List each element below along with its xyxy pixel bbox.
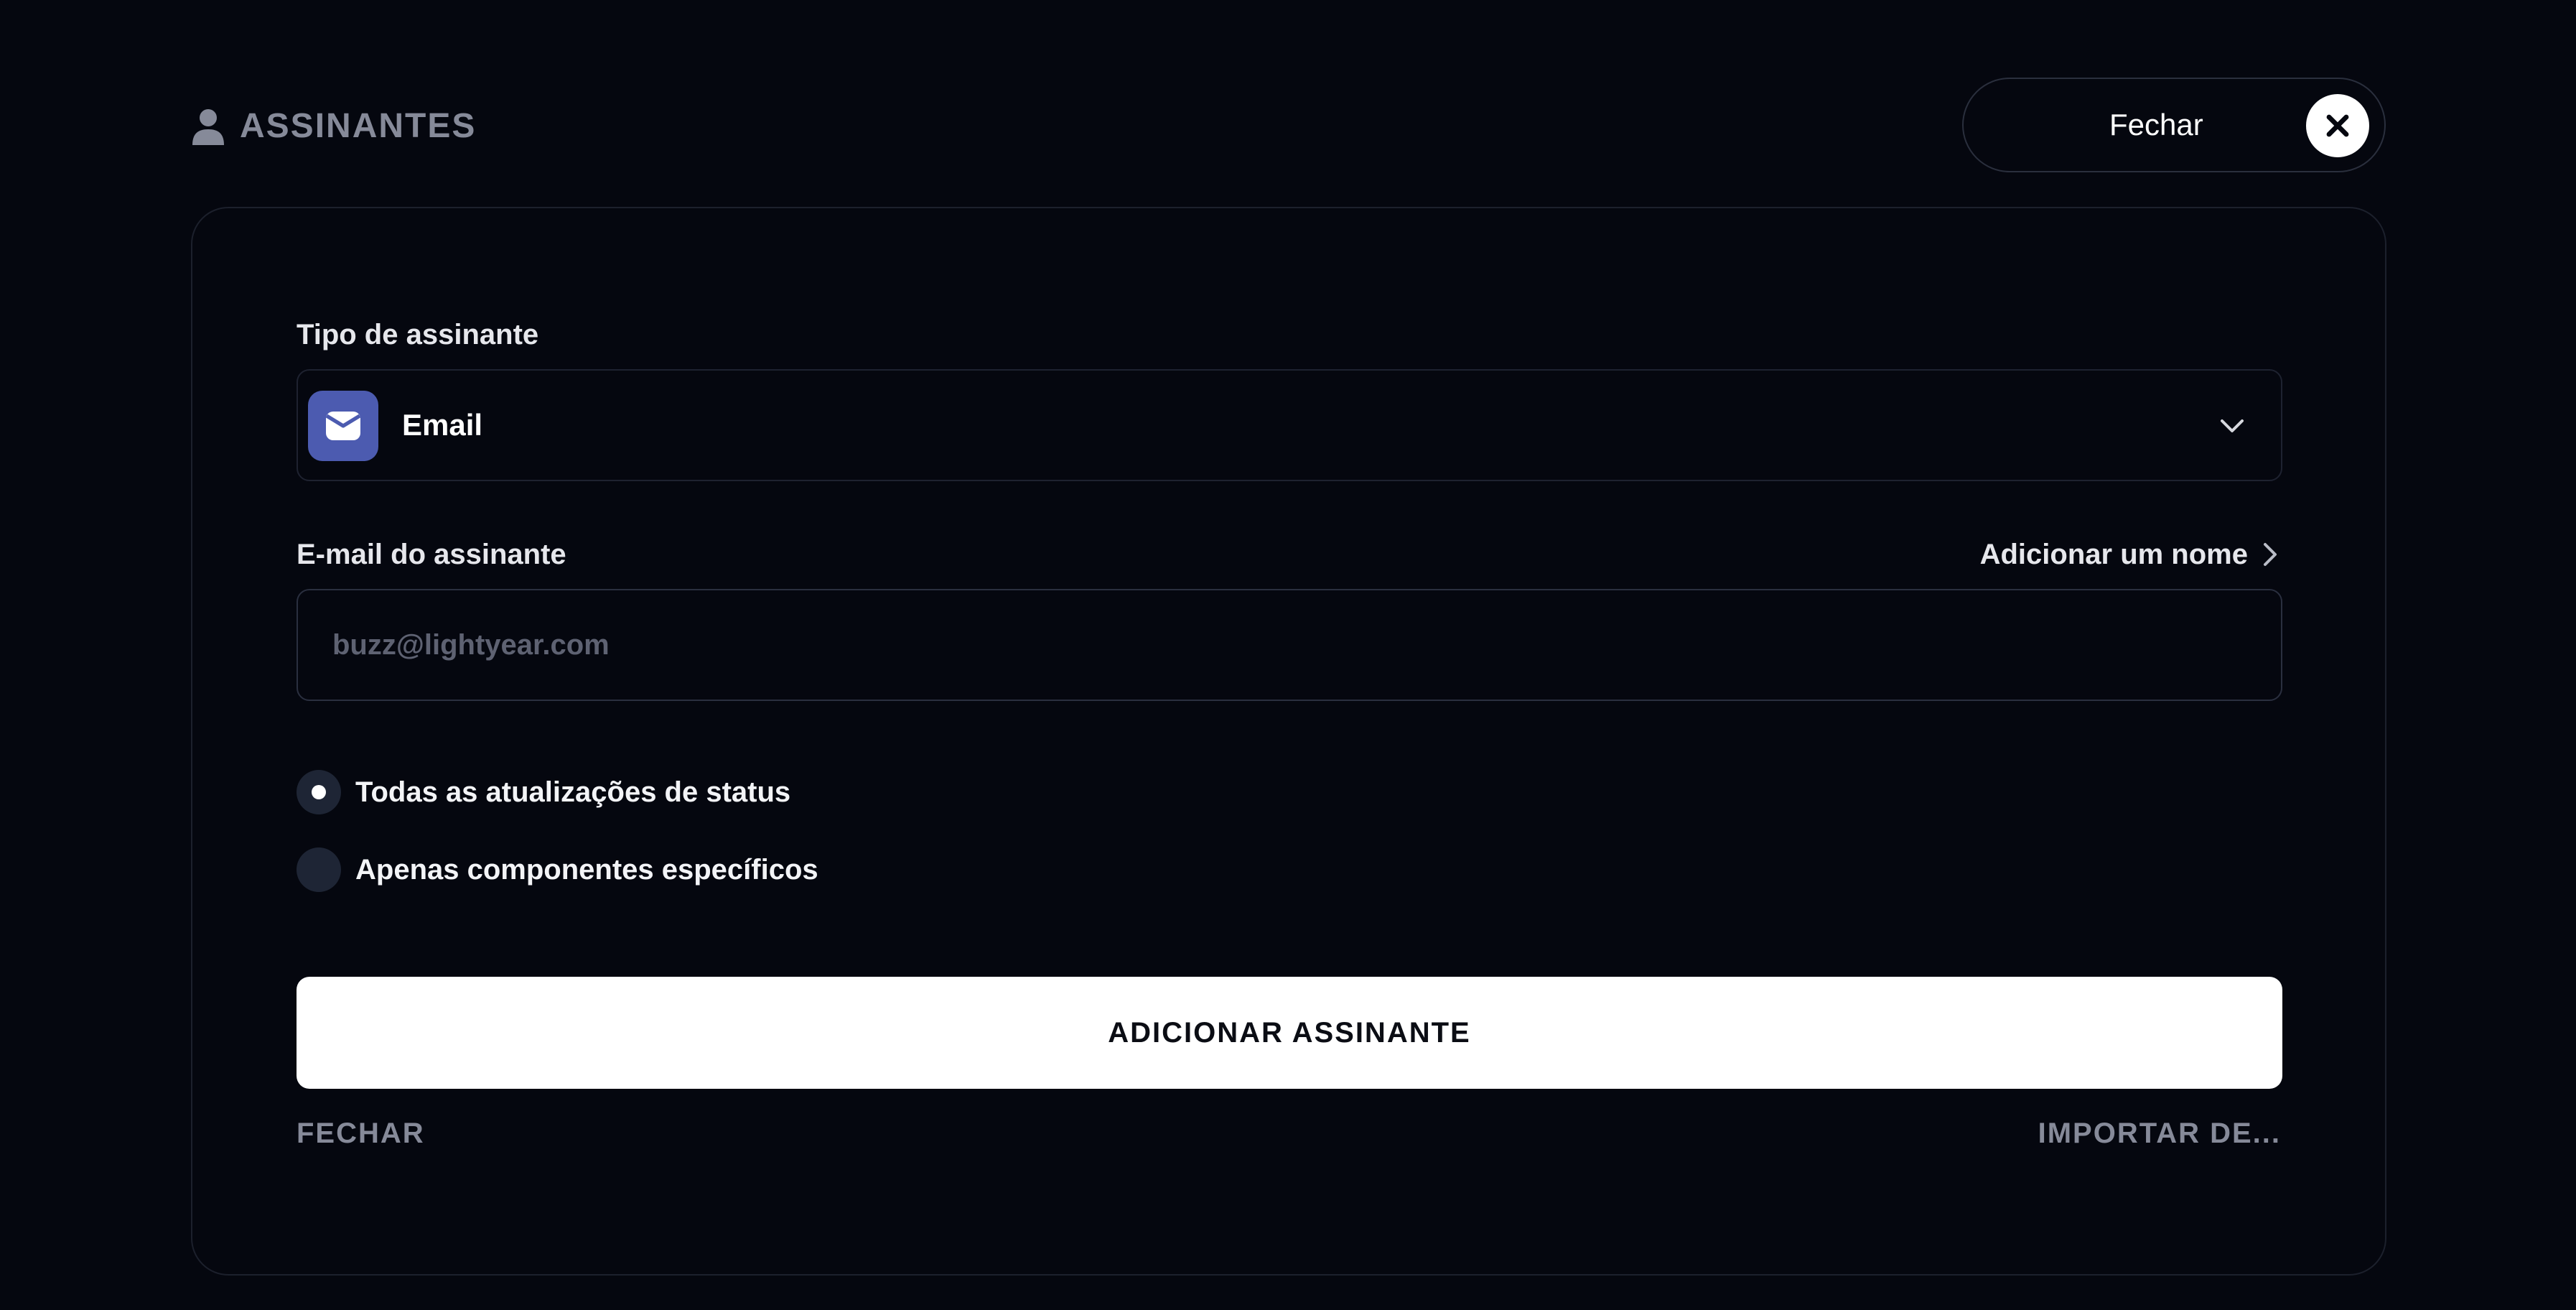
radio-button[interactable] [297, 847, 341, 892]
add-name-label: Adicionar um nome [1979, 539, 2248, 570]
radio-all-updates[interactable]: Todas as atualizações de status [297, 770, 790, 814]
person-icon [192, 109, 224, 145]
chevron-right-icon [2264, 543, 2277, 566]
subscriber-type-label: Tipo de assinante [297, 319, 539, 350]
subscriber-email-label: E-mail do assinante [297, 539, 566, 570]
envelope-icon [308, 391, 378, 461]
close-pill-button[interactable]: Fechar [1962, 78, 2386, 172]
add-subscriber-card: Tipo de assinante Email E-mail do assina… [191, 207, 2386, 1276]
close-pill-label: Fechar [2109, 108, 2203, 141]
radio-all-updates-label: Todas as atualizações de status [355, 776, 791, 808]
radio-specific-components-label: Apenas componentes específicos [355, 854, 818, 886]
add-subscriber-button[interactable]: ADICIONAR ASSINANTE [297, 977, 2282, 1089]
add-name-link[interactable]: Adicionar um nome [1980, 540, 2281, 569]
close-link-button[interactable]: FECHAR [297, 1119, 425, 1148]
subscriber-type-select[interactable]: Email [297, 369, 2282, 481]
page-title: ASSINANTES [240, 107, 477, 145]
page-header: ASSINANTES [191, 105, 476, 148]
radio-specific-components[interactable]: Apenas componentes específicos [297, 847, 818, 892]
import-from-button[interactable]: IMPORTAR DE... [2038, 1119, 2281, 1148]
subscribers-page: ASSINANTES Fechar Tipo de assinante Emai… [0, 0, 2576, 1310]
subscriber-email-input[interactable] [297, 589, 2282, 701]
close-icon[interactable] [2306, 94, 2369, 157]
subscriber-type-value: Email [402, 408, 483, 442]
chevron-down-icon [2221, 419, 2244, 432]
radio-button-selected[interactable] [297, 770, 341, 814]
